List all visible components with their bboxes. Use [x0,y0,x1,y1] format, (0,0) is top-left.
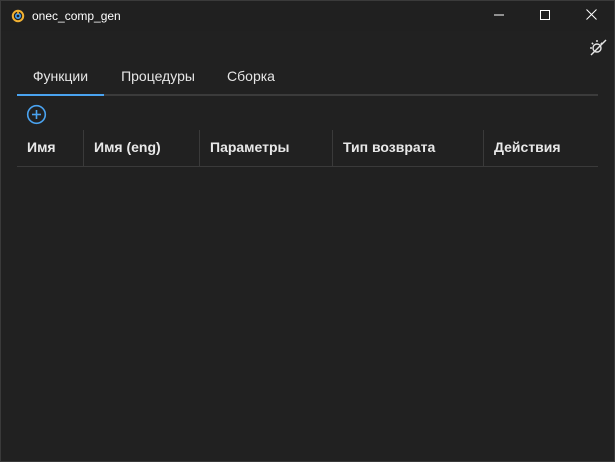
app-window: onec_comp_gen Функции Процедуры Сборка И… [0,0,615,462]
window-title: onec_comp_gen [32,9,121,23]
column-header-name[interactable]: Имя [17,130,83,166]
column-header-name-eng[interactable]: Имя (eng) [83,130,199,166]
close-button[interactable] [568,1,614,31]
theme-toggle-icon [588,37,608,62]
minimize-icon [494,7,504,25]
tab-bar: Функции Процедуры Сборка [17,59,598,96]
close-icon [585,7,597,25]
column-header-actions[interactable]: Действия [483,130,598,166]
column-header-return-type[interactable]: Тип возврата [332,130,483,166]
active-tab-indicator [17,94,104,96]
table-header: Имя Имя (eng) Параметры Тип возврата Дей… [17,130,598,167]
app-logo-icon [11,9,25,23]
minimize-button[interactable] [476,1,522,31]
maximize-button[interactable] [522,1,568,31]
tab-procedures[interactable]: Процедуры [107,59,209,94]
tab-functions[interactable]: Функции [17,59,104,94]
maximize-icon [540,7,550,25]
title-bar[interactable]: onec_comp_gen [1,1,614,31]
tab-build[interactable]: Сборка [213,59,289,94]
column-header-parameters[interactable]: Параметры [199,130,332,166]
add-circle-icon [26,104,47,130]
add-function-button[interactable] [26,104,47,130]
theme-toggle-button[interactable] [587,38,609,60]
